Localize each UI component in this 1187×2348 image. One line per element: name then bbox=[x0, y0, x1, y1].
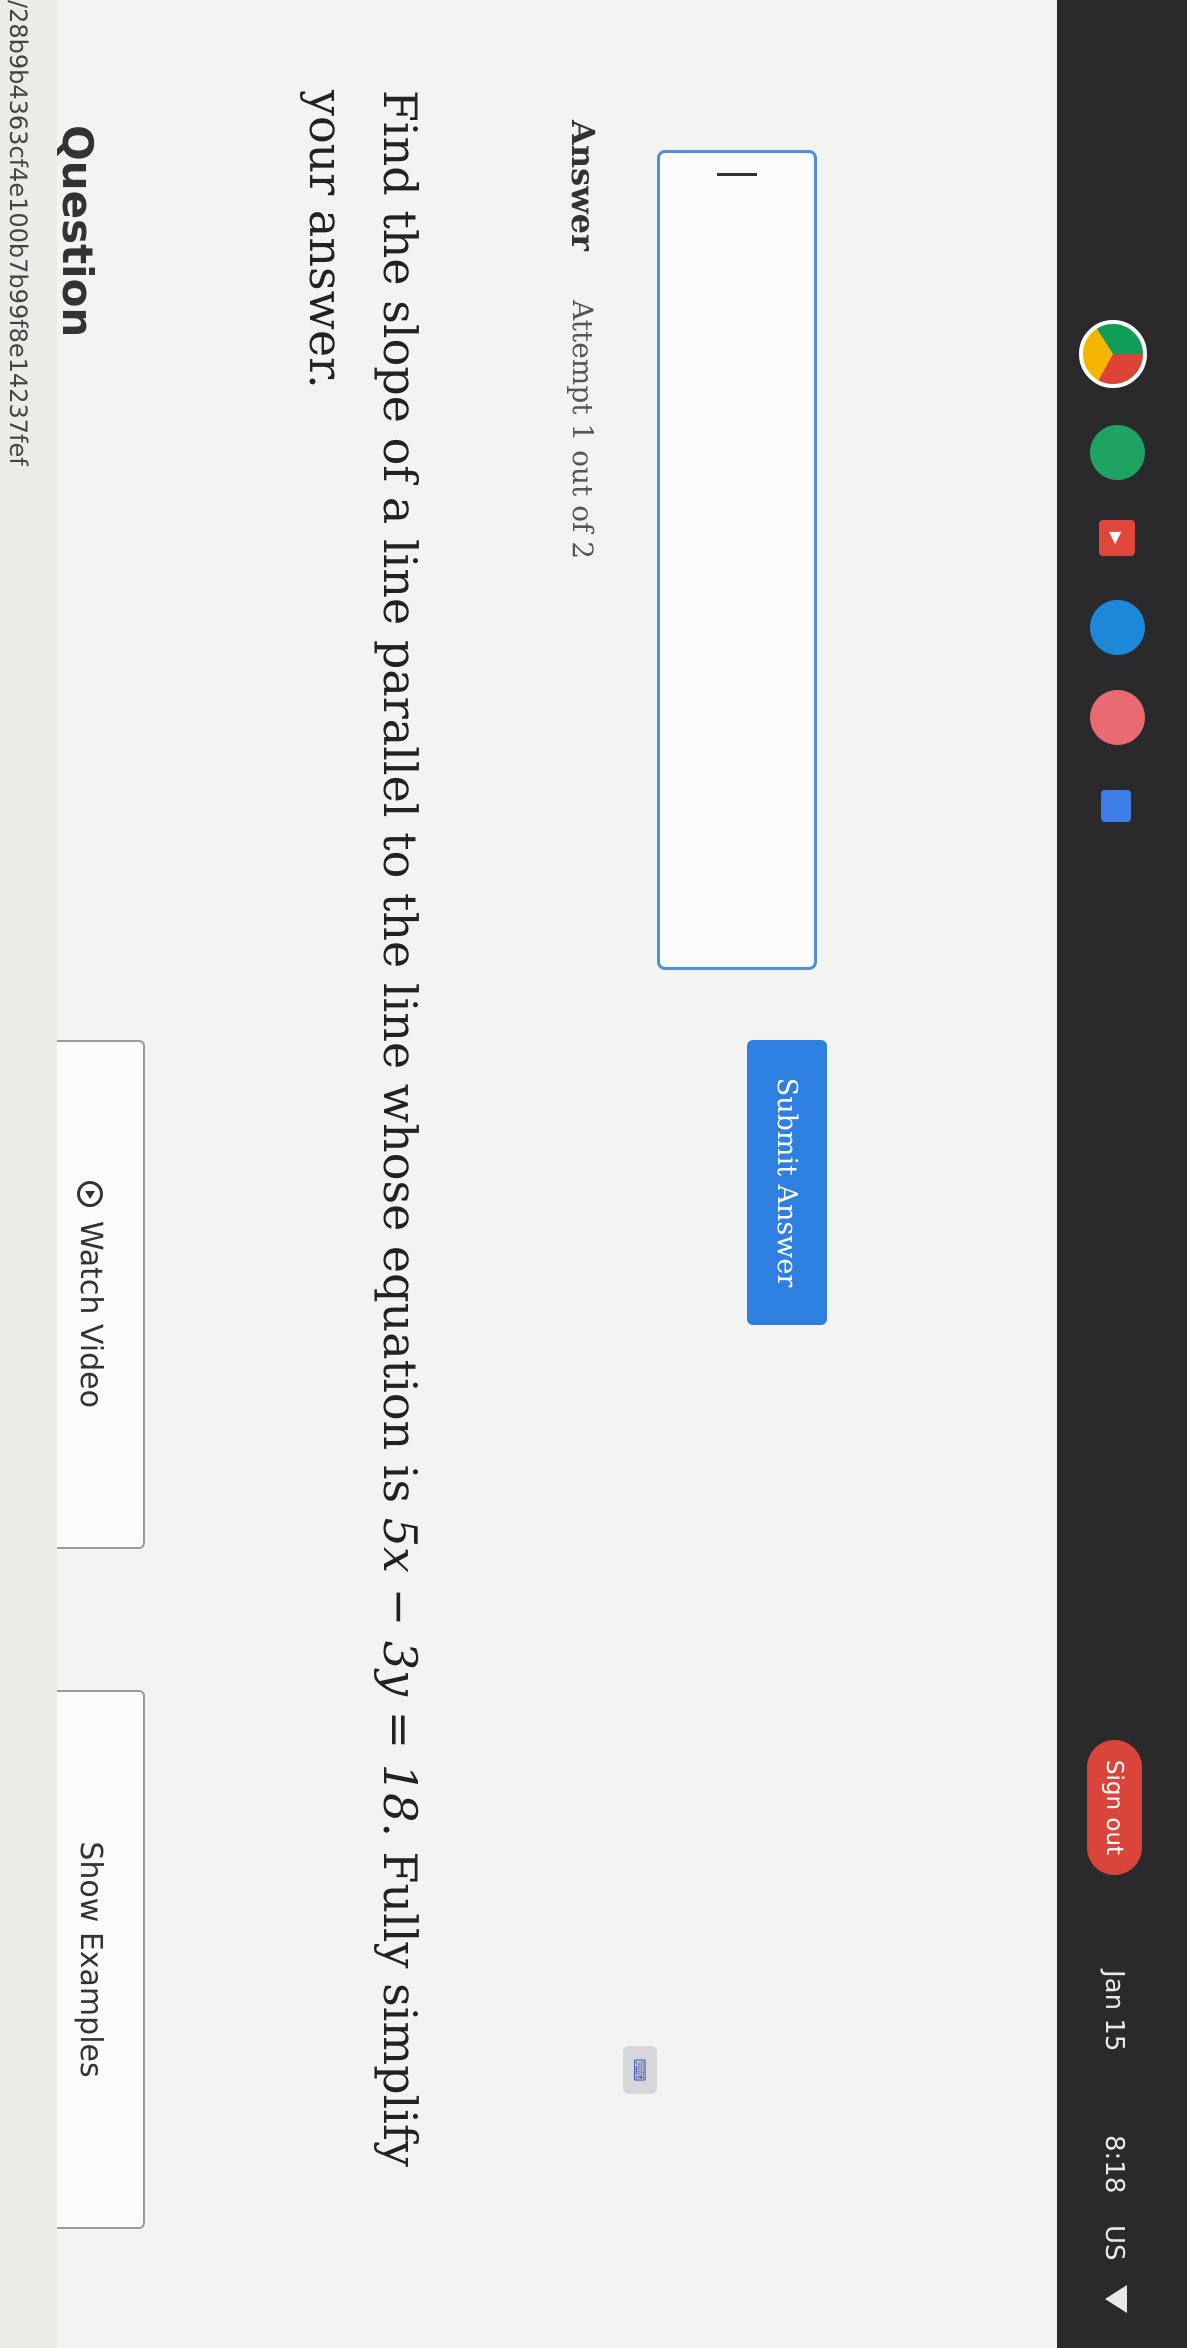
sign-out-button[interactable]: Sign out bbox=[1087, 1740, 1142, 1875]
question-equation: 5x − 3y = 18 bbox=[373, 1517, 427, 1823]
keyboard-icon[interactable]: ⌨ bbox=[623, 2046, 657, 2094]
question-text-before: Find the slope of a line parallel to the… bbox=[373, 90, 427, 1518]
tray-time[interactable]: 8:18 bbox=[1099, 2135, 1129, 2193]
play-circle-icon bbox=[77, 1181, 104, 1207]
answer-label: Answer bbox=[564, 120, 602, 251]
wifi-icon[interactable] bbox=[1105, 2285, 1127, 2313]
tray-date[interactable]: Jan 15 bbox=[1099, 1970, 1129, 2051]
answer-input[interactable] bbox=[657, 150, 817, 970]
chrome-app-icon[interactable] bbox=[1079, 320, 1147, 388]
rotated-stage: ▶ Sign out Jan 15 8:18 US Question Watch… bbox=[0, 0, 1187, 2348]
question-text: Find the slope of a line parallel to the… bbox=[289, 90, 437, 2190]
question-page: Question Watch Video Show Examples Find … bbox=[36, 0, 1057, 2348]
files-app-icon[interactable] bbox=[1090, 600, 1145, 655]
url-fragment: /28b9b4363cf4e100b7b99f8e14237fef bbox=[4, 0, 32, 466]
submit-answer-button[interactable]: Submit Answer bbox=[747, 1040, 827, 1325]
play-store-app-icon[interactable]: ▶ bbox=[1099, 520, 1135, 556]
system-shelf: ▶ Sign out Jan 15 8:18 US bbox=[1057, 0, 1187, 2348]
watch-video-label: Watch Video bbox=[73, 1221, 108, 1408]
classroom-app-icon[interactable] bbox=[1090, 425, 1145, 480]
question-heading: Question bbox=[53, 125, 102, 338]
docs-app-icon[interactable] bbox=[1101, 790, 1131, 822]
show-examples-label: Show Examples bbox=[73, 1841, 108, 2078]
tray-locale[interactable]: US bbox=[1099, 2225, 1129, 2261]
canvas-app-icon[interactable] bbox=[1090, 690, 1145, 745]
attempt-counter: Attempt 1 out of 2 bbox=[566, 300, 599, 560]
text-caret bbox=[717, 173, 757, 176]
